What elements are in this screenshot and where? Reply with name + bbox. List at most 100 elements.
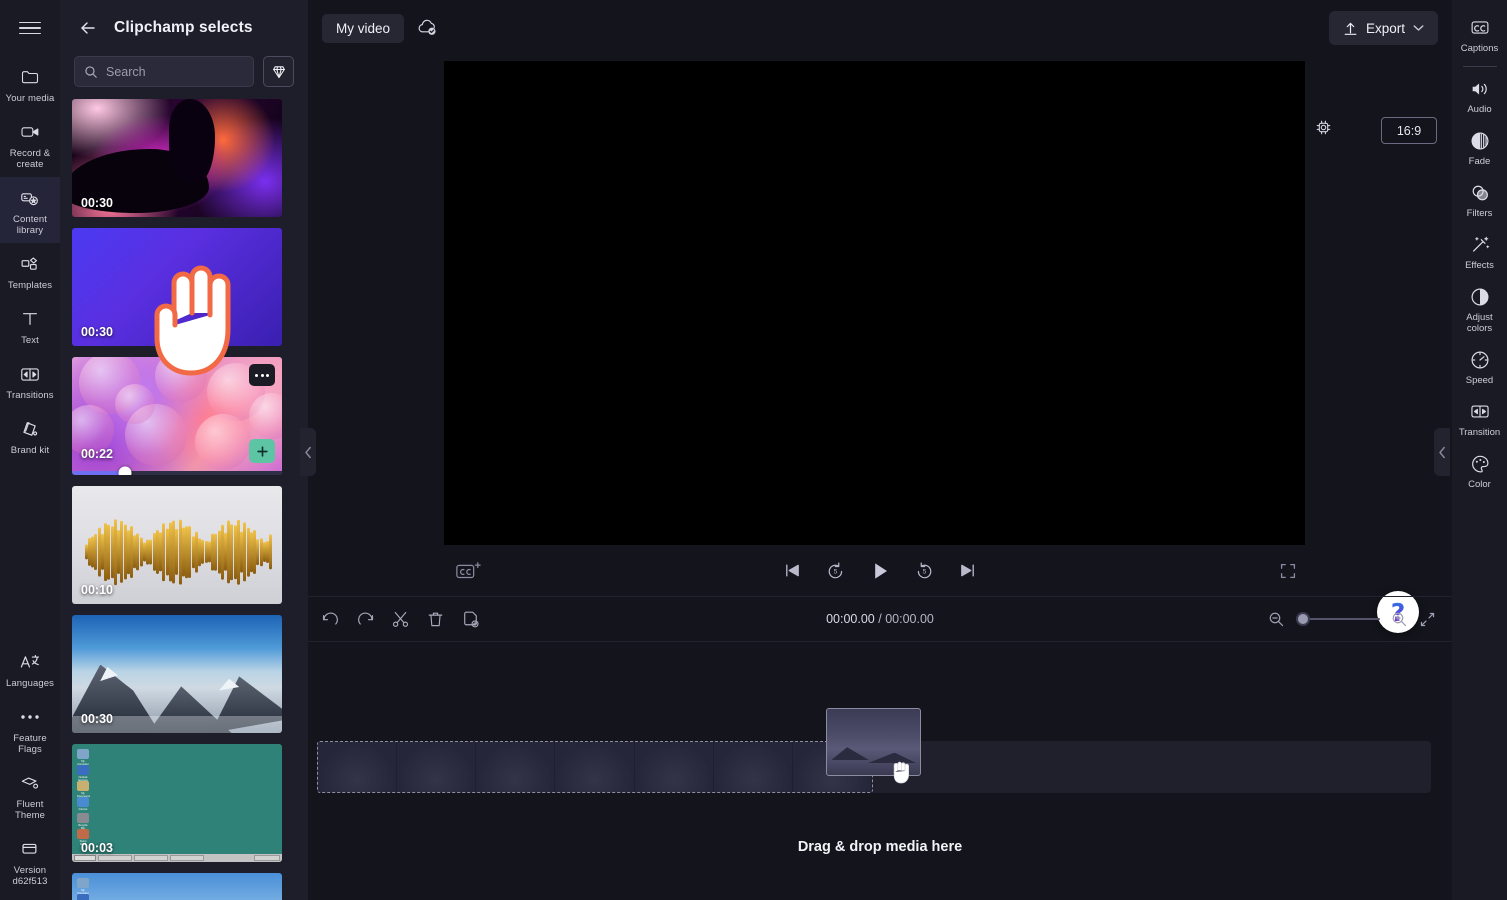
trash-icon	[425, 609, 446, 630]
transport-controls: 5 5	[780, 557, 980, 585]
rail-item-feature-flags[interactable]: Feature Flags	[0, 696, 60, 762]
export-label: Export	[1365, 20, 1405, 36]
right-rail-item-color[interactable]: Color	[1452, 444, 1507, 496]
fullscreen-button[interactable]	[1279, 562, 1297, 580]
rail-item-brand-kit[interactable]: Brand kit	[0, 408, 60, 463]
zoom-in-icon[interactable]	[1391, 611, 1408, 628]
back-arrow-icon[interactable]	[74, 14, 102, 42]
media-thumbnail[interactable]: 00:30	[72, 615, 282, 733]
time-separator: /	[878, 612, 882, 626]
video-canvas[interactable]	[444, 61, 1305, 545]
thumbnail-duration: 00:30	[81, 196, 113, 210]
zoom-slider-handle[interactable]	[1296, 612, 1310, 626]
hamburger-menu-button[interactable]	[2, 0, 58, 56]
timeline-zoom-slider[interactable]	[1296, 612, 1380, 626]
version-icon	[18, 837, 42, 861]
media-thumbnail[interactable]: 00:10	[72, 486, 282, 604]
thumbnail-add-button[interactable]	[249, 439, 275, 463]
rewind-5s-button[interactable]: 5	[823, 558, 848, 583]
timeline-track-area[interactable]: Drag & drop media here	[308, 643, 1452, 900]
skip-to-start-button[interactable]	[780, 558, 805, 583]
rail-item-fluent-theme[interactable]: Fluent Theme	[0, 762, 60, 828]
fade-icon	[1469, 129, 1491, 152]
premium-filter-button[interactable]	[263, 56, 294, 87]
duplicate-icon	[460, 609, 481, 630]
effects-wand-icon	[1468, 233, 1492, 256]
right-rail-item-label: Filters	[1466, 208, 1493, 219]
diamond-icon	[271, 64, 287, 80]
redo-button[interactable]	[355, 609, 376, 630]
video-title-input[interactable]: My video	[322, 13, 405, 43]
right-rail-item-fade[interactable]: Fade	[1452, 121, 1507, 173]
right-rail-item-adjust-colors[interactable]: Adjust colors	[1452, 277, 1507, 340]
right-rail-item-captions[interactable]: Captions	[1452, 8, 1507, 60]
right-rail-item-label: Transition	[1458, 427, 1501, 438]
forward-5s-button[interactable]: 5	[912, 558, 937, 583]
rail-item-label: Brand kit	[10, 445, 50, 456]
chip-settings-icon[interactable]	[1314, 118, 1333, 137]
video-camera-icon	[18, 120, 42, 144]
total-time: 00:00.00	[885, 612, 934, 626]
rail-item-label: Fluent Theme	[14, 799, 46, 821]
rail-item-version-d62f513[interactable]: Version d62f513	[0, 828, 60, 894]
export-button[interactable]: Export	[1328, 11, 1438, 45]
rail-item-label: Your media	[5, 93, 55, 104]
timeline-toolbar: 00:00.00 / 00:00.00	[308, 596, 1452, 642]
thumbnail-duration: 00:22	[81, 447, 113, 461]
right-rail-item-label: Color	[1468, 479, 1491, 490]
thumbnail-duration: 00:03	[81, 841, 113, 855]
search-input[interactable]	[106, 64, 244, 79]
media-thumbnail-list[interactable]: 00:30 00:30 00:22 00:10 00:30 My ComputerOu…	[60, 99, 308, 900]
thumbnail-scrub-bar[interactable]	[72, 466, 282, 475]
zoom-out-icon[interactable]	[1268, 611, 1285, 628]
split-button[interactable]	[390, 609, 411, 630]
search-box[interactable]	[74, 56, 254, 87]
svg-text:5: 5	[923, 569, 927, 576]
rail-item-label: Record & create	[9, 148, 51, 170]
scrub-handle[interactable]	[118, 466, 131, 475]
thumbnail-more-button[interactable]	[249, 364, 275, 386]
media-thumbnail[interactable]: My ComputerOutlook ExpressMy DocumentsIn…	[72, 744, 282, 862]
rail-item-your-media[interactable]: Your media	[0, 56, 60, 111]
media-thumbnail[interactable]: 00:30	[72, 99, 282, 217]
undo-icon	[320, 609, 341, 630]
media-thumbnail[interactable]: 00:22	[72, 357, 282, 475]
collapse-right-panel-button[interactable]	[1434, 428, 1450, 476]
aspect-ratio-button[interactable]: 16:9	[1381, 117, 1437, 144]
right-rail-item-audio[interactable]: Audio	[1452, 69, 1507, 121]
media-thumbnail[interactable]: My ComputerOutlook ExpressMy DocumentsIn…	[72, 873, 282, 900]
right-rail-item-label: Audio	[1467, 104, 1492, 115]
filmstrip-preview	[318, 742, 872, 792]
svg-text:5: 5	[834, 569, 838, 576]
skip-to-end-button[interactable]	[955, 558, 980, 583]
cloud-saved-icon[interactable]	[414, 16, 440, 40]
right-rail-separator	[1462, 66, 1497, 67]
scissors-icon	[390, 609, 411, 630]
folder-icon	[18, 65, 42, 89]
delete-button[interactable]	[425, 609, 446, 630]
brand-kit-icon	[18, 417, 42, 441]
duplicate-button[interactable]	[460, 609, 481, 630]
current-time: 00:00.00	[826, 612, 875, 626]
play-button[interactable]	[866, 557, 894, 585]
transition-icon	[1468, 400, 1492, 423]
cc-add-icon[interactable]	[455, 560, 483, 582]
rail-item-languages[interactable]: Languages	[0, 641, 60, 696]
panel-header: Clipchamp selects	[60, 0, 308, 56]
rail-item-record-create[interactable]: Record & create	[0, 111, 60, 177]
collapse-left-panel-button[interactable]	[300, 428, 316, 476]
undo-button[interactable]	[320, 609, 341, 630]
rail-item-text[interactable]: Text	[0, 298, 60, 353]
rail-item-templates[interactable]: Templates	[0, 243, 60, 298]
right-rail-item-filters[interactable]: Filters	[1452, 173, 1507, 225]
rail-item-content-library[interactable]: Content library	[0, 177, 60, 243]
panel-search-row	[60, 56, 308, 99]
right-rail-item-effects[interactable]: Effects	[1452, 225, 1507, 277]
right-rail-item-speed[interactable]: Speed	[1452, 340, 1507, 392]
rail-item-label: Version d62f513	[12, 865, 48, 887]
right-rail-item-transition[interactable]: Transition	[1452, 392, 1507, 444]
media-thumbnail[interactable]: 00:30	[72, 228, 282, 346]
rail-item-transitions[interactable]: Transitions	[0, 353, 60, 408]
fit-to-screen-icon[interactable]	[1419, 611, 1436, 628]
chevron-down-icon	[1413, 24, 1424, 32]
